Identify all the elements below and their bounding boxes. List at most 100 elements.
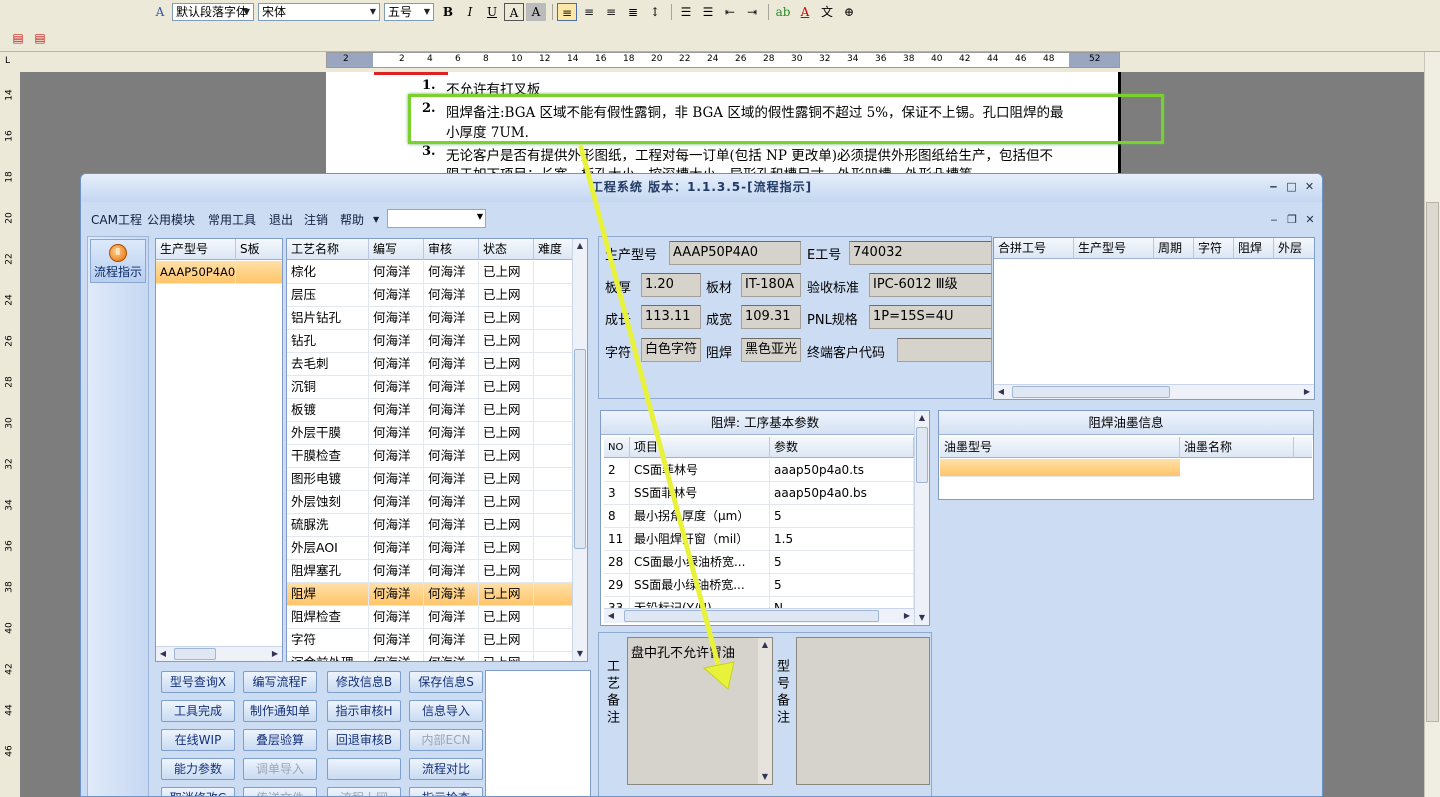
pdf-icon[interactable]: ▤: [8, 29, 28, 47]
table-row[interactable]: 沉金前处理何海洋何海洋已上网: [287, 652, 574, 661]
standard-field[interactable]: IPC-6012 Ⅲ级: [869, 273, 992, 297]
table-row[interactable]: 硫脲洗 何海洋 何海洋 已上网: [287, 514, 574, 537]
font-combo[interactable]: 宋体 ▼: [258, 3, 380, 21]
process-grid[interactable]: 工艺名称 编写 审核 状态 难度 棕化 何海洋 何海洋 已上网 层压 何海洋 何海洋 已上网铝…: [286, 238, 588, 662]
document-scrollbar[interactable]: [1424, 52, 1440, 797]
column-header[interactable]: 项目: [630, 437, 770, 458]
scroll-down-icon[interactable]: ▼: [573, 647, 587, 661]
horizontal-ruler[interactable]: 2 2 4 6 8 10 12 14 16 18 20 22 24 26 28 30 32 34 36 38 40 42 4…: [326, 52, 1120, 68]
horizontal-scrollbar[interactable]: ◀ ▶: [156, 646, 282, 661]
column-header[interactable]: 状态: [479, 239, 534, 260]
scroll-up-icon[interactable]: ▲: [915, 411, 929, 425]
font-color-icon[interactable]: A: [795, 3, 815, 21]
column-header[interactable]: 难度: [534, 239, 574, 260]
table-row[interactable]: 外层蚀刻 何海洋 何海洋 已上网: [287, 491, 574, 514]
table-row[interactable]: 图形电镀 何海洋 何海洋 已上网: [287, 468, 574, 491]
table-row[interactable]: 去毛刺 何海洋 何海洋 已上网: [287, 353, 574, 376]
menu-logout[interactable]: 注销: [304, 211, 328, 228]
highlight-icon[interactable]: ab: [773, 3, 793, 21]
tab-selector[interactable]: L: [0, 52, 20, 72]
action-button[interactable]: 信息导入: [409, 700, 483, 722]
action-button[interactable]: 内部ECN: [409, 729, 483, 751]
process-note-field[interactable]: 盘中孔不允许冒油 ▲ ▼: [627, 637, 773, 785]
char-shading-button[interactable]: A: [526, 3, 546, 21]
action-button[interactable]: 回退审核B: [327, 729, 401, 751]
material-field[interactable]: IT-180A: [741, 273, 801, 297]
ink-grid[interactable]: 油墨型号 油墨名称: [940, 437, 1312, 479]
column-header[interactable]: 审核: [424, 239, 479, 260]
column-header[interactable]: 周期: [1154, 238, 1194, 259]
action-button[interactable]: 在线WIP: [161, 729, 235, 751]
action-button[interactable]: 工具完成: [161, 700, 235, 722]
action-button[interactable]: 叠层验算: [243, 729, 317, 751]
char-field[interactable]: 白色字符: [641, 338, 701, 362]
model-field[interactable]: AAAP50P4A0: [669, 241, 801, 265]
column-header[interactable]: S板: [236, 239, 282, 260]
action-button[interactable]: 取消修改C: [161, 787, 235, 796]
column-header[interactable]: 阻焊: [1234, 238, 1274, 259]
action-button[interactable]: 保存信息S: [409, 671, 483, 693]
scroll-thumb[interactable]: [574, 349, 586, 549]
scroll-up-icon[interactable]: ▲: [573, 239, 587, 253]
minimize-icon[interactable]: ‒: [1266, 179, 1282, 195]
char-border-button[interactable]: A: [504, 3, 524, 21]
column-header[interactable]: 生产型号: [156, 239, 236, 260]
table-row[interactable]: 铝片钻孔 何海洋 何海洋 已上网: [287, 307, 574, 330]
scroll-left-icon[interactable]: ◀: [604, 609, 618, 623]
scroll-thumb[interactable]: [1012, 386, 1170, 398]
increase-indent-icon[interactable]: ⇥: [742, 3, 762, 21]
column-header[interactable]: NO: [604, 437, 630, 458]
memo-box[interactable]: [485, 670, 591, 796]
maximize-icon[interactable]: □: [1284, 179, 1300, 195]
column-header[interactable]: 生产型号: [1074, 238, 1154, 259]
table-row[interactable]: 阻焊检查 何海洋 何海洋 已上网: [287, 606, 574, 629]
action-button[interactable]: 流程上网: [327, 787, 401, 796]
child-restore-icon[interactable]: ❐: [1284, 212, 1300, 228]
window-title-bar[interactable]: 工程系统 版本：1.1.3.5-[流程指示] ‒ □ ✕: [81, 174, 1322, 202]
chevron-down-icon[interactable]: ▼: [373, 215, 379, 224]
table-row[interactable]: 钻孔 何海洋 何海洋 已上网: [287, 330, 574, 353]
table-row[interactable]: 28 CS面最小绿油桥宽... 5: [604, 551, 914, 574]
table-row[interactable]: 外层AOI 何海洋 何海洋 已上网: [287, 537, 574, 560]
table-row[interactable]: 3 SS面菲林号 aaap50p4a0.bs: [604, 482, 914, 505]
action-button[interactable]: 制作通知单: [243, 700, 317, 722]
menu-help[interactable]: 帮助: [340, 211, 364, 228]
table-row[interactable]: 外层干膜 何海洋 何海洋 已上网: [287, 422, 574, 445]
styles-icon[interactable]: A: [150, 3, 170, 21]
action-button[interactable]: 指示检查: [409, 787, 483, 796]
numbering-icon[interactable]: ☰: [676, 3, 696, 21]
column-header[interactable]: 工艺名称: [287, 239, 369, 260]
action-button[interactable]: 调单导入: [243, 758, 317, 780]
scroll-up-icon[interactable]: ▲: [758, 638, 772, 652]
table-row[interactable]: 干膜检查 何海洋 何海洋 已上网: [287, 445, 574, 468]
action-button[interactable]: 流程对比: [409, 758, 483, 780]
combine-grid[interactable]: 合拼工号 生产型号 周期 字符 阻焊 外层 ◀ ▶: [993, 237, 1315, 400]
action-button[interactable]: 指示审核H: [327, 700, 401, 722]
pdf-settings-icon[interactable]: ▤: [30, 29, 50, 47]
underline-button[interactable]: U: [482, 3, 502, 21]
size-combo[interactable]: 五号 ▼: [384, 3, 434, 21]
width-field[interactable]: 109.31: [741, 305, 801, 329]
length-field[interactable]: 113.11: [641, 305, 701, 329]
scroll-thumb[interactable]: [624, 610, 879, 622]
table-row[interactable]: 层压 何海洋 何海洋 已上网: [287, 284, 574, 307]
align-center-icon[interactable]: ≡: [579, 3, 599, 21]
italic-button[interactable]: I: [460, 3, 480, 21]
scroll-thumb[interactable]: [1426, 202, 1439, 722]
scroll-left-icon[interactable]: ◀: [994, 385, 1008, 399]
bold-button[interactable]: B: [438, 3, 458, 21]
scroll-thumb[interactable]: [916, 427, 928, 483]
table-row[interactable]: AAAP50P4A0: [156, 261, 282, 284]
scroll-thumb[interactable]: [174, 648, 216, 660]
model-note-field[interactable]: [796, 637, 930, 785]
model-grid[interactable]: 生产型号 S板 AAAP50P4A0 ◀ ▶: [155, 238, 283, 662]
table-row[interactable]: 字符 何海洋 何海洋 已上网: [287, 629, 574, 652]
vertical-ruler[interactable]: 14 16 18 20 22 24 26 28 30 32 34 36 38 40 42 44 46: [0, 72, 20, 797]
table-row[interactable]: [940, 459, 1180, 477]
table-row[interactable]: 棕化 何海洋 何海洋 已上网: [287, 261, 574, 284]
decrease-indent-icon[interactable]: ⇤: [720, 3, 740, 21]
table-row[interactable]: 阻焊 何海洋 何海洋 已上网: [287, 583, 574, 606]
bullets-icon[interactable]: ☰: [698, 3, 718, 21]
distribute-icon[interactable]: ≣: [623, 3, 643, 21]
thickness-field[interactable]: 1.20: [641, 273, 701, 297]
